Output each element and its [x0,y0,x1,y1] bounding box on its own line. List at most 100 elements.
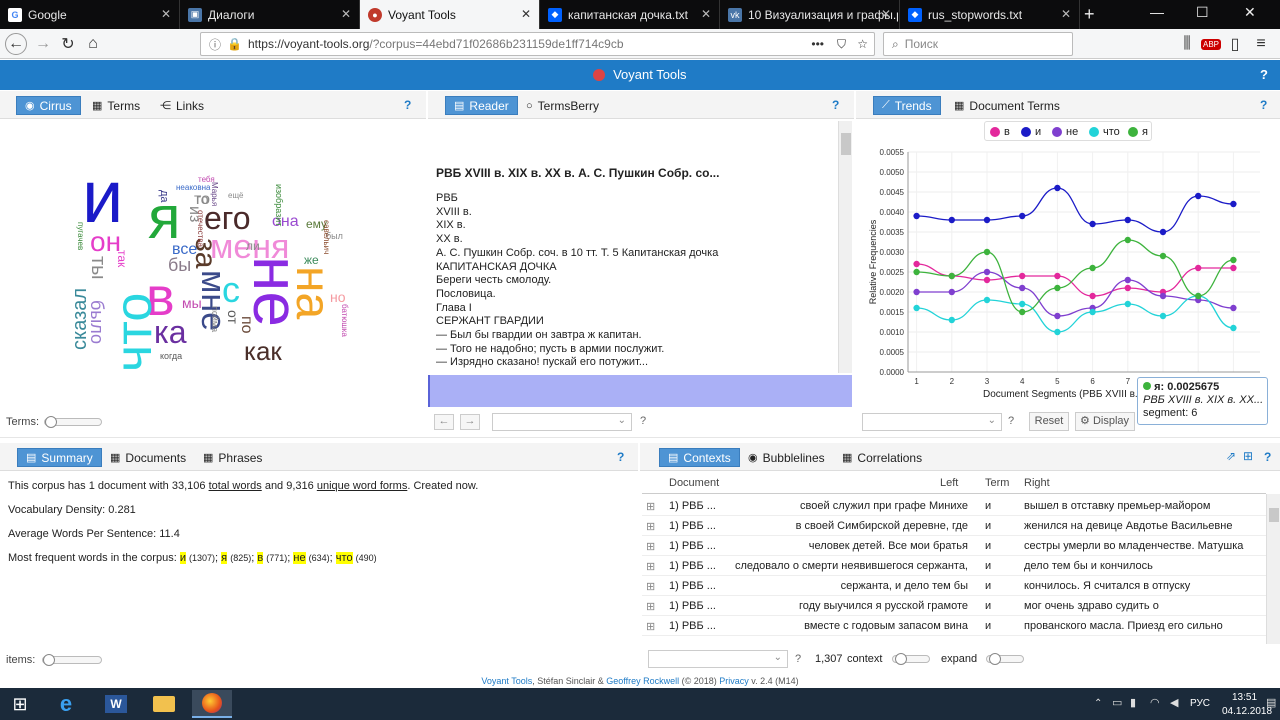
expand-row-icon[interactable]: ⊞ [646,600,655,613]
tab-correlations[interactable]: ▦ Correlations [834,448,930,467]
tab-trends[interactable]: ⟋ Trends [873,96,941,115]
search-input[interactable]: ⌕ Поиск [883,32,1073,56]
cloud-word[interactable]: батюшка [340,304,349,337]
cloud-word[interactable]: все [172,242,197,258]
close-icon[interactable]: ✕ [161,7,171,21]
reader-scrollbar[interactable] [838,121,852,373]
cloud-word[interactable]: ты [87,256,109,280]
table-row[interactable]: ⊞ 1) РВБ ... следовало о смерти неявившего… [642,556,1266,576]
windows-icon[interactable]: ⊞ [1243,449,1253,463]
close-window-icon[interactable]: ✕ [1244,4,1256,21]
tab-phrases[interactable]: ▦ Phrases [195,448,270,467]
cloud-word[interactable]: когда [160,352,182,361]
legend-item[interactable]: в [990,126,1010,138]
cloud-word[interactable]: савельич [322,220,331,254]
browser-tab[interactable]: vk 10 Визуализация и графы.pdf ✕ [720,0,900,29]
export-icon[interactable]: ⇗ [1226,449,1236,463]
footer-link[interactable]: Voyant Tools [481,676,532,686]
clock-date[interactable]: 04.12.2018 [1222,706,1272,717]
cloud-word[interactable]: так [115,250,129,267]
column-right[interactable]: Right [1024,477,1050,489]
column-term[interactable]: Term [985,477,1009,489]
language-indicator[interactable]: РУС [1190,698,1210,709]
cloud-word[interactable]: но [330,290,346,304]
cloud-word[interactable]: же [304,254,319,266]
help-icon[interactable]: ? [404,98,411,112]
help-icon[interactable]: ? [1264,450,1271,464]
help-icon[interactable]: ? [1008,415,1014,427]
browser-tab-active[interactable]: ● Voyant Tools ✕ [360,0,540,29]
context-slider[interactable] [892,653,930,665]
help-icon[interactable]: ? [832,98,839,112]
word-icon[interactable]: W [96,690,136,718]
close-icon[interactable]: ✕ [701,7,711,21]
reset-button[interactable]: Reset [1029,412,1069,431]
help-icon[interactable]: ? [1260,98,1267,112]
items-slider[interactable] [42,654,102,666]
browser-tab[interactable]: G Google ✕ [0,0,180,29]
cloud-word[interactable]: го [196,192,209,206]
cloud-word[interactable]: да [158,190,170,203]
ie-icon[interactable]: e [46,690,86,718]
battery-icon[interactable]: ▮ [1130,696,1136,709]
expand-slider[interactable] [986,653,1024,665]
cloud-word[interactable]: ещё [228,192,243,200]
tab-contexts[interactable]: ▤ Contexts [659,448,740,467]
slider-knob[interactable] [45,416,57,428]
table-row[interactable]: ⊞ 1) РВБ ... году выучился я русской грамо… [642,596,1266,616]
browser-tab[interactable]: ◆ капитанская дочка.txt ✕ [540,0,720,29]
cloud-word[interactable]: Марья [210,182,219,206]
privacy-link[interactable]: Privacy [719,676,749,686]
tab-termsberry[interactable]: ○ TermsBerry [518,96,607,115]
table-row[interactable]: ⊞ 1) РВБ ... сержанта, и дело тем бы и кончи… [642,576,1266,596]
reader-doc-bar[interactable] [428,375,852,407]
freq-word[interactable]: не [293,552,306,564]
tab-terms[interactable]: ▦ Terms [84,96,148,115]
cloud-word[interactable]: отечества [196,210,205,247]
network-icon[interactable]: ▭ [1112,696,1122,709]
cloud-word[interactable]: и [82,160,123,234]
cloud-word[interactable]: сказал [69,288,91,350]
url-bar[interactable]: ⓘ 🔒 https://voyant-tools.org /?corpus=44… [200,32,875,56]
browser-tab[interactable]: ▣ Диалоги ✕ [180,0,360,29]
tab-reader[interactable]: ▤ Reader [445,96,518,115]
notifications-icon[interactable]: ▤ [1266,696,1276,709]
cloud-word[interactable]: неаковна [176,184,210,192]
pocket-icon[interactable]: ⛉ [837,37,846,52]
slider-knob[interactable] [989,653,1001,665]
library-icon[interactable]: ⫼ [1176,33,1198,55]
browser-tab[interactable]: ◆ rus_stopwords.txt ✕ [900,0,1080,29]
maximize-icon[interactable]: ☐ [1196,4,1209,21]
cloud-word[interactable]: как [244,338,282,364]
legend-item[interactable]: что [1089,126,1120,138]
volume-icon[interactable]: ◀ [1170,696,1178,709]
menu-icon[interactable]: ≡ [1250,33,1272,55]
table-row[interactable]: ⊞ 1) РВБ ... человек детей. Все мои братья… [642,536,1266,556]
freq-word[interactable]: и [179,552,186,564]
tab-bubblelines[interactable]: ◉ Bubblelines [740,448,833,467]
cloud-word[interactable]: ка [154,316,187,348]
tab-summary[interactable]: ▤ Summary [17,448,102,467]
expand-row-icon[interactable]: ⊞ [646,580,655,593]
clock-time[interactable]: 13:51 [1232,692,1257,703]
close-icon[interactable]: ✕ [521,7,531,21]
table-row[interactable]: ⊞ 1) РВБ ... в своей Симбирской деревне, г… [642,516,1266,536]
chevron-down-icon[interactable]: ⌄ [618,415,626,426]
firefox-icon[interactable] [192,690,232,718]
help-icon[interactable]: ? [640,415,646,427]
slider-knob[interactable] [43,654,55,666]
chevron-down-icon[interactable]: ⌄ [774,652,782,663]
sidebar-icon[interactable]: ▯ [1224,33,1246,55]
expand-row-icon[interactable]: ⊞ [646,520,655,533]
contexts-scrollbar[interactable] [1266,494,1280,644]
folder-icon[interactable] [144,690,184,718]
cloud-word[interactable]: с [222,272,240,308]
table-row[interactable]: ⊞ 1) РВБ ... вместе с годовым запасом вина… [642,616,1266,636]
unique-words-link[interactable]: unique word forms [317,480,408,492]
close-icon[interactable]: ✕ [881,7,891,21]
cloud-word[interactable]: изобразит [274,184,284,226]
column-document[interactable]: Document [669,477,719,489]
reader-search-input[interactable]: ⌄ [492,413,632,431]
home-icon[interactable]: ⌂ [82,33,104,55]
cloud-word[interactable]: ли [246,240,260,252]
